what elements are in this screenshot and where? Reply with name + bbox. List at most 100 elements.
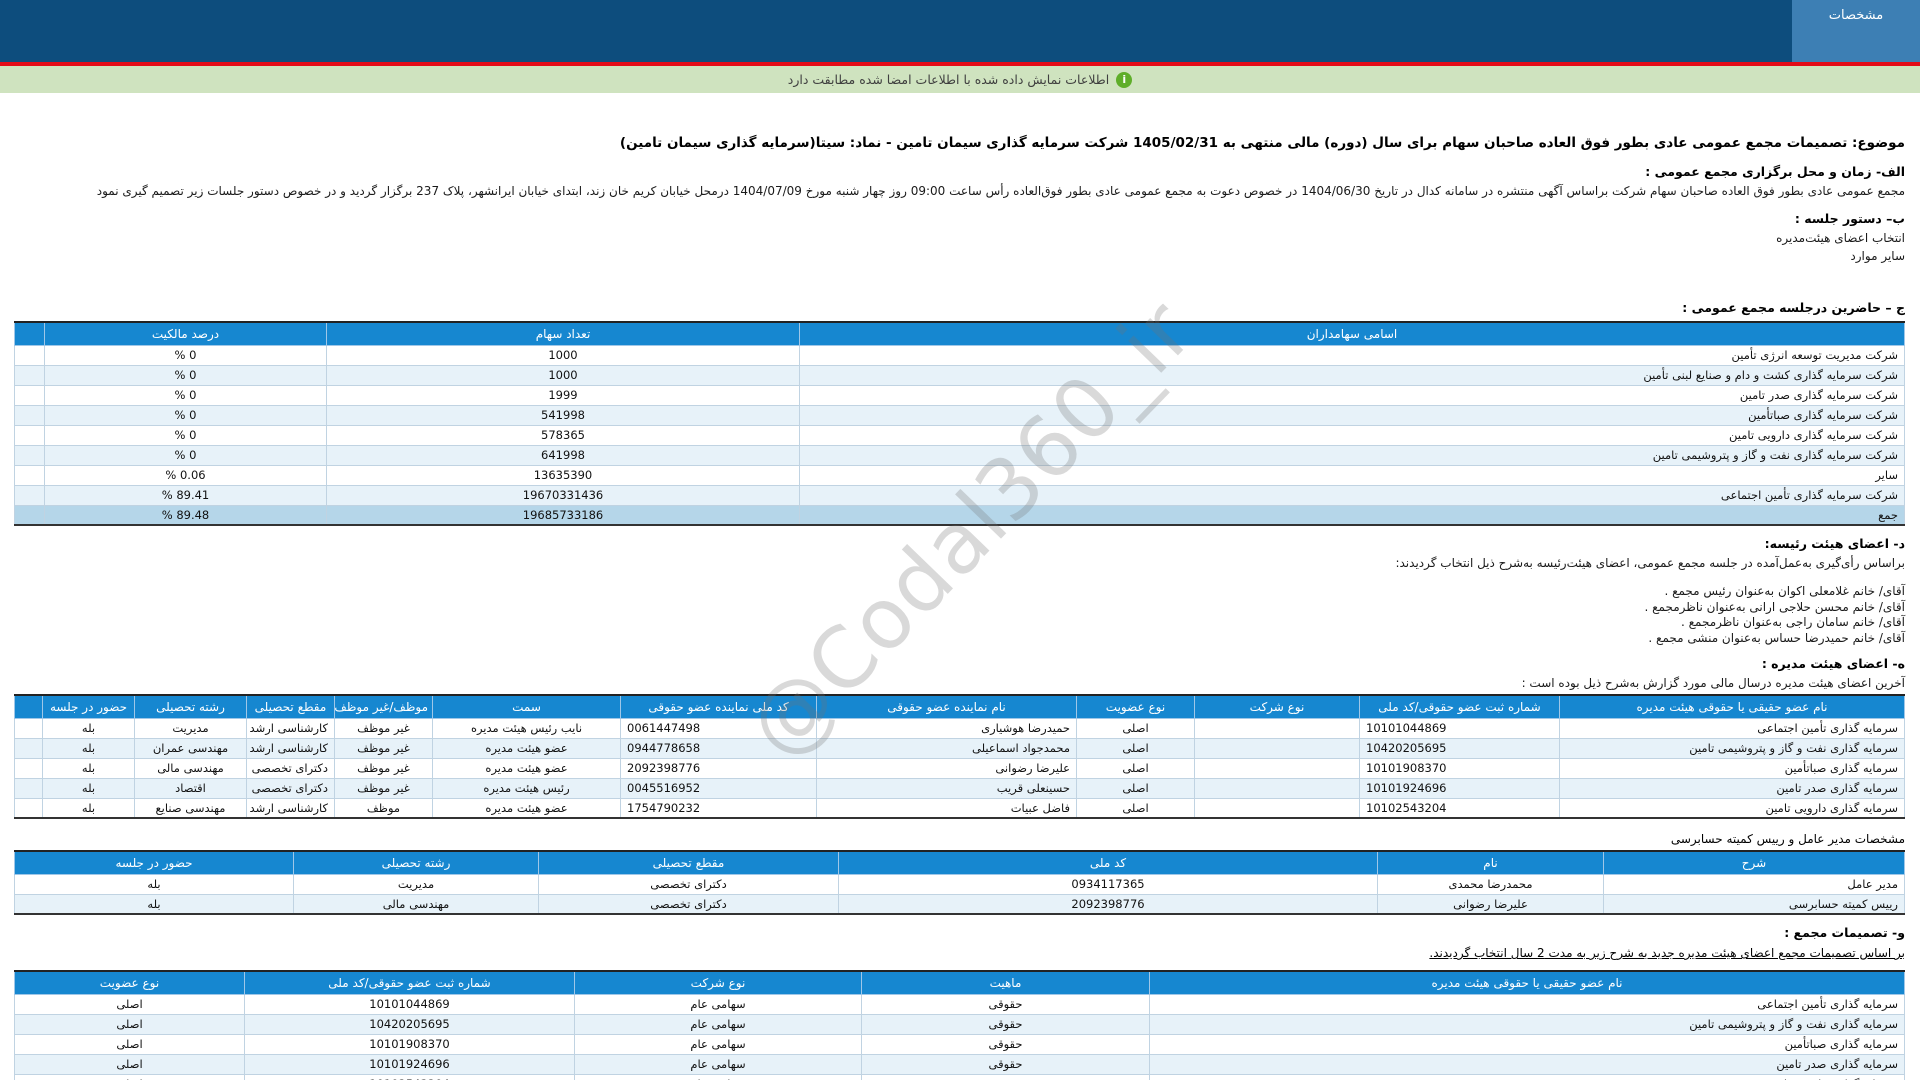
table-cell: % 0.06 [44,464,327,486]
page: مشخصات i اطلاعات نمایش داده شده با اطلاع… [0,0,1920,1080]
table-cell: اصلی [1076,717,1195,739]
section-a-body: مجمع عمومی عادی بطور فوق العاده صاحبان س… [96,184,1905,198]
table-row: سایر 13635390% 0.06 [14,464,1905,486]
table-cell: مدیریت [134,717,247,739]
table-cell: مدیر عامل [1603,873,1905,895]
table-cell: % 0 [44,444,327,466]
table-cell: مدیریت [293,873,539,895]
table-cell: 0934117365 [838,873,1378,895]
table-row: شرکت سرمایه گذاری صدر تامین 1999% 0 [14,384,1905,406]
column-header: موظف/غیر موظف [334,694,433,719]
table-cell [1194,717,1360,739]
table-cell: علیرضا رضوانی [816,757,1077,779]
table-cell: اصلی [1076,737,1195,759]
column-header: ماهیت [861,970,1150,995]
table-cell: سهامی عام [574,1073,862,1080]
table-cell: دکترای تخصصی [538,893,839,915]
table-cell: عضو هیئت مدیره [432,737,621,759]
table-row: سرمایه گذاری تأمین اجتماعی حقوقی سهامی عام… [14,993,1905,1015]
table-cell: موظف [334,797,433,819]
table-row: سرمایه گذاری صباتأمین حقوقی سهامی عام 10101… [14,1033,1905,1055]
table-cell: سرمایه گذاری تأمین اجتماعی [1559,717,1905,739]
table-row: مدیر عامل محمدرضا محمدی 0934117365 دکترای ت… [14,873,1905,895]
table-cell: سرمایه گذاری نفت و گاز و پتروشیمی تامین [1559,737,1905,759]
section-d-intro: براساس رأی‌گیری به‌عمل‌آمده در جلسه مجمع… [1395,556,1905,570]
section-a-title: الف- زمان و محل برگزاری مجمع عمومی : [1645,164,1905,179]
table-cell: % 89.41 [44,484,327,506]
table-cell [14,444,45,466]
table-header-row: نام عضو حقیقی یا حقوقی هیئت مدیره شماره ث… [14,694,1905,719]
table-cell: رییس کمیته حسابرسی [1603,893,1905,915]
table-cell: 0944778658 [620,737,817,759]
table-cell: % 89.48 [44,504,327,526]
table-cell: 19685733186 [326,504,800,526]
column-header: مقطع تحصیلی [538,850,839,875]
table-cell: بله [14,873,294,895]
table-row: شرکت سرمایه گذاری نفت و گاز و پتروشیمی ت… [14,444,1905,466]
column-header [14,321,45,346]
table-cell [14,344,45,366]
table-cell: بله [42,777,135,799]
column-header: نوع شرکت [574,970,862,995]
table-cell: مهندسی عمران [134,737,247,759]
table-cell: 10101044869 [244,993,575,1015]
table-cell [14,424,45,446]
table-cell: بله [14,893,294,915]
table-cell [14,384,45,406]
table-cell: 10420205695 [1359,737,1560,759]
table-cell: شرکت سرمایه گذاری نفت و گاز و پتروشیمی ت… [799,444,1905,466]
table-cell: حقوقی [861,1053,1150,1075]
info-icon: i [1116,71,1133,88]
decisions-table: نام عضو حقیقی یا حقوقی هیئت مدیره ماهیت نو… [14,970,1905,1080]
table-cell: بله [42,737,135,759]
column-header: تعداد سهام [326,321,800,346]
table-cell [14,797,43,819]
agenda-item-1: انتخاب اعضای هیئت‌مدیره [1776,231,1905,245]
manager-table-caption: مشخصات مدیر عامل و رییس کمیته حسابرسی [1670,832,1905,846]
manager-auditor-table: شرح نام کد ملی مقطع تحصیلی رشته تحصیلی حضور د… [14,850,1905,915]
column-header: کد ملی نماینده عضو حقوقی [620,694,817,719]
table-cell: رئیس هیئت مدیره [432,777,621,799]
table-cell: 0061447498 [620,717,817,739]
section-e-title: ه- اعضای هیئت مدیره : [1761,656,1905,671]
table-cell: 1754790232 [620,797,817,819]
table-cell [14,404,45,426]
table-cell: نایب رئیس هیئت مدیره [432,717,621,739]
table-cell: سرمایه گذاری صباتأمین [1559,757,1905,779]
table-cell: شرکت سرمایه گذاری دارویی تامین [799,424,1905,446]
officer-line: آقای/ خانم سامان راجی به‌عنوان ناظرمجمع … [1681,615,1905,629]
tab-specifications[interactable]: مشخصات [1792,0,1920,62]
column-header: اسامی سهامداران [799,321,1905,346]
table-cell: کارشناسی ارشد [246,737,335,759]
section-b-title: ب– دستور جلسه : [1794,211,1905,226]
table-cell: اصلی [14,1073,245,1080]
column-header: شماره ثبت عضو حقوقی/کد ملی [244,970,575,995]
table-cell: سرمایه گذاری نفت و گاز و پتروشیمی تامین [1149,1013,1905,1035]
table-cell: 541998 [326,404,800,426]
table-row: سرمایه گذاری صباتأمین 10101908370 اصلی علیر… [14,757,1905,779]
table-cell: غیر موظف [334,717,433,739]
table-row: شرکت سرمایه گذاری کشت و دام و صنایع لبنی… [14,364,1905,386]
section-f-intro: بر اساس تصمیمات مجمع اعضای هیئت مدیره جد… [1429,946,1905,960]
table-cell: % 0 [44,384,327,406]
table-cell: % 0 [44,404,327,426]
table-total-row: جمع 19685733186% 89.48 [14,504,1905,526]
table-header-row: شرح نام کد ملی مقطع تحصیلی رشته تحصیلی حضور د… [14,850,1905,875]
table-cell: 13635390 [326,464,800,486]
column-header: رشته تحصیلی [293,850,539,875]
officer-line: آقای/ خانم محسن حلاجی ارانی به‌عنوان ناظ… [1644,599,1905,614]
table-cell: فاضل عبیات [816,797,1077,819]
table-cell: 641998 [326,444,800,466]
table-row: سرمایه گذاری نفت و گاز و پتروشیمی تامین ح… [14,1013,1905,1035]
table-cell: دکترای تخصصی [246,757,335,779]
subject-title: موضوع: تصمیمات مجمع عمومی عادی بطور فوق … [619,135,1905,151]
table-cell: اصلی [14,1053,245,1075]
board-members-table: نام عضو حقیقی یا حقوقی هیئت مدیره شماره ث… [14,694,1905,819]
table-cell: اصلی [1076,777,1195,799]
table-cell: سهامی عام [574,1013,862,1035]
table-cell: شرکت سرمایه گذاری صدر تامین [799,384,1905,406]
table-cell [14,737,43,759]
table-cell [14,717,43,739]
table-cell: سهامی عام [574,993,862,1015]
table-row: رییس کمیته حسابرسی علیرضا رضوانی 209239877… [14,893,1905,915]
